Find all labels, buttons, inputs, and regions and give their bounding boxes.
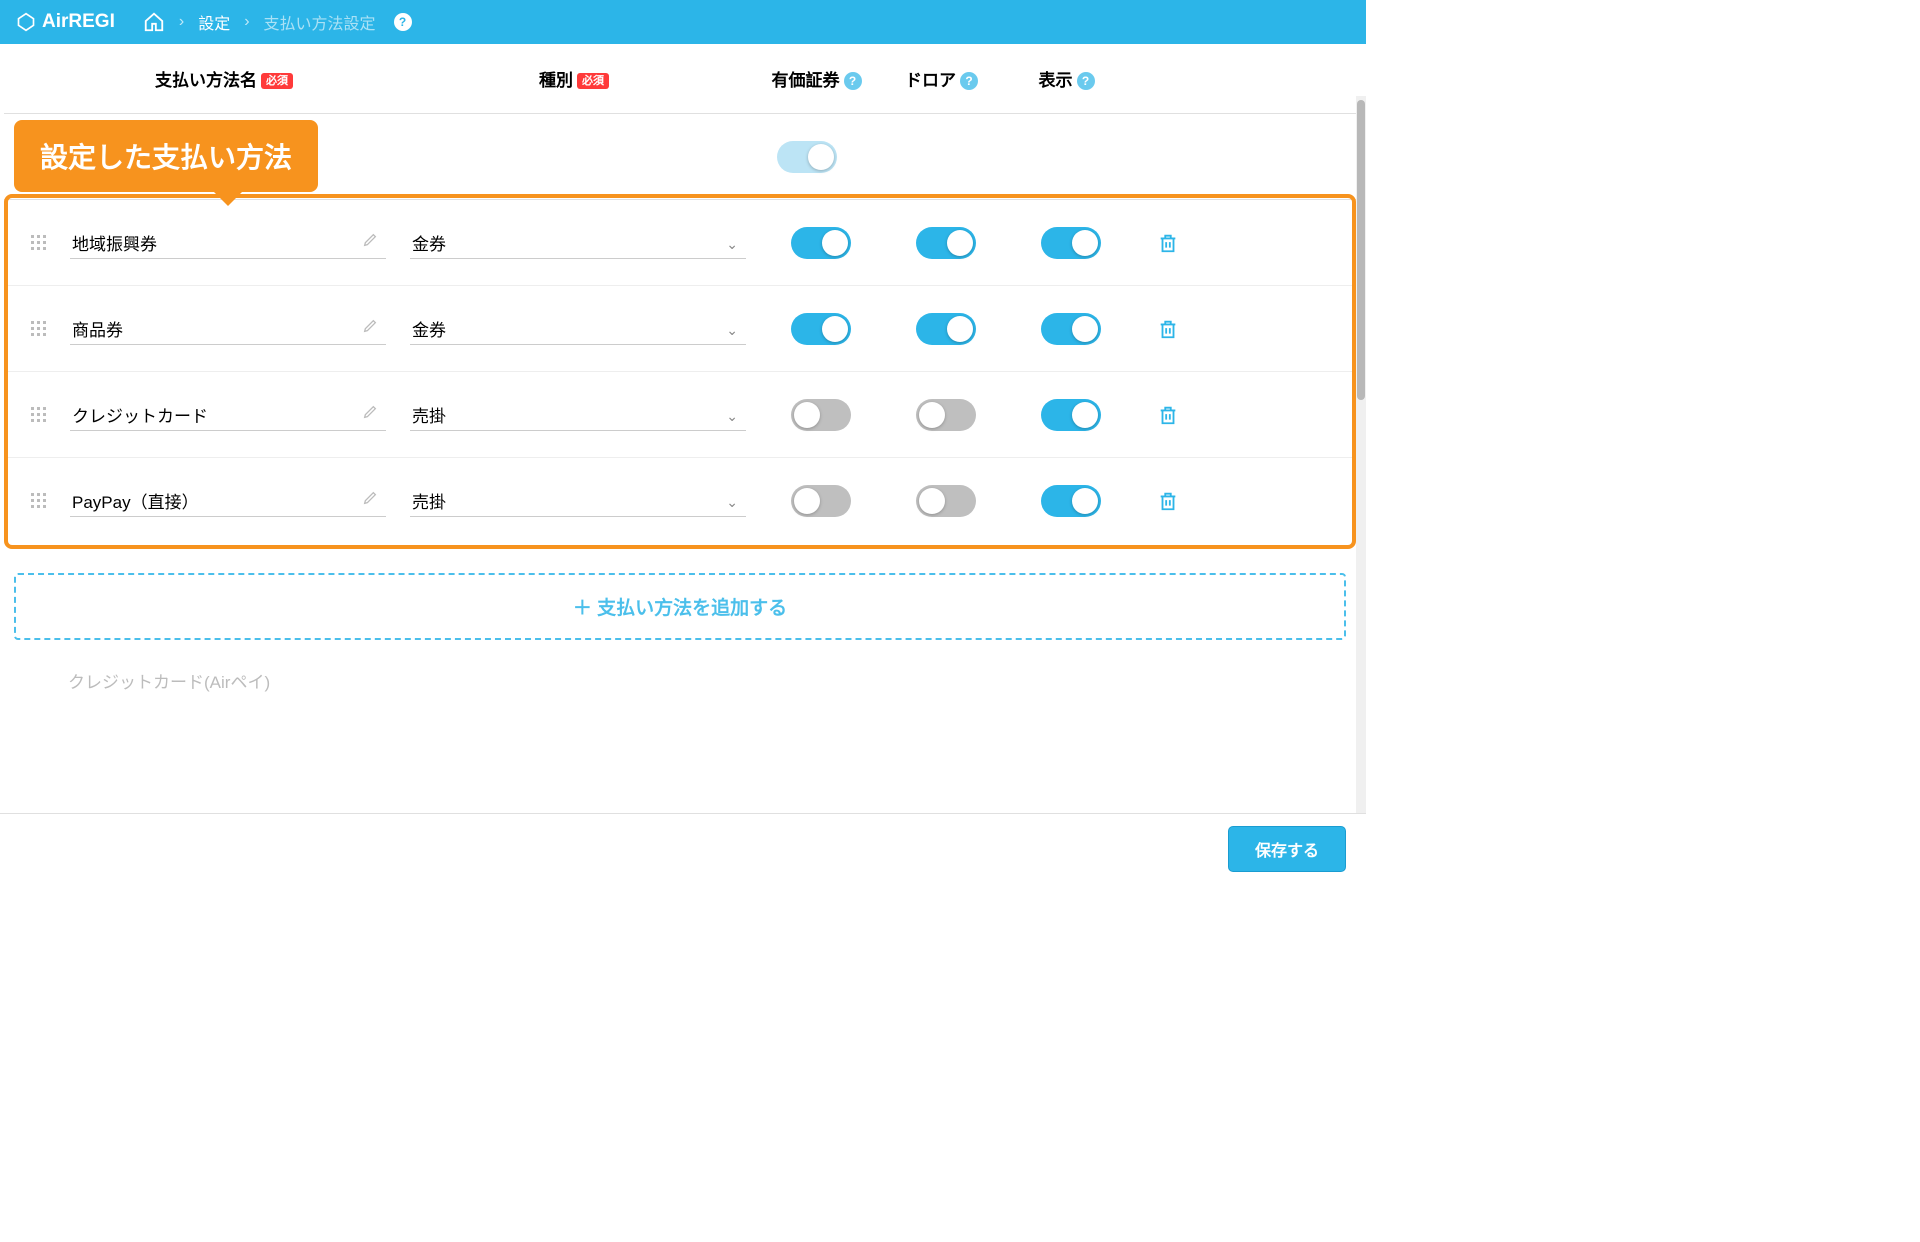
display-toggle[interactable] (1041, 313, 1101, 345)
trash-icon[interactable] (1157, 403, 1179, 427)
payment-type-select[interactable] (410, 312, 746, 345)
help-icon[interactable]: ? (844, 72, 862, 90)
callout-row: 設定した支払い方法 (4, 114, 1356, 200)
payment-type-select[interactable] (410, 484, 746, 517)
payment-name-input[interactable] (70, 226, 386, 259)
logo-text: AirREGI (42, 11, 115, 33)
securities-toggle[interactable] (791, 227, 851, 259)
chevron-right-icon: › (179, 13, 184, 31)
footer-bar: 保存する (0, 813, 1366, 884)
securities-toggle-disabled (777, 141, 837, 173)
payment-type-select[interactable] (410, 226, 746, 259)
help-icon[interactable]: ? (394, 13, 412, 31)
drag-handle-icon[interactable] (18, 407, 58, 422)
payment-name-input[interactable] (70, 312, 386, 345)
payment-methods-highlight: ⌄ ⌄ (4, 194, 1356, 549)
breadcrumb-settings[interactable]: 設定 (198, 10, 230, 34)
required-badge: 必須 (261, 73, 293, 89)
trash-icon[interactable] (1157, 317, 1179, 341)
payment-type-select[interactable] (410, 398, 746, 431)
col-securities-header: 有価証券? (754, 66, 879, 91)
pencil-icon[interactable] (362, 318, 378, 334)
col-type-header: 種別必須 (394, 66, 754, 91)
drag-handle-icon[interactable] (18, 493, 58, 508)
payment-method-row: ⌄ (8, 200, 1352, 285)
payment-method-row: ⌄ (8, 457, 1352, 543)
required-badge: 必須 (577, 73, 609, 89)
trash-icon[interactable] (1157, 231, 1179, 255)
help-icon[interactable]: ? (960, 72, 978, 90)
pencil-icon[interactable] (362, 490, 378, 506)
pencil-icon[interactable] (362, 232, 378, 248)
logo-icon (16, 12, 36, 32)
breadcrumb: › 設定 › 支払い方法設定 ? (143, 10, 412, 34)
vertical-scrollbar[interactable] (1356, 96, 1366, 884)
payment-method-row: ⌄ (8, 285, 1352, 371)
drag-handle-icon[interactable] (18, 321, 58, 336)
app-logo: AirREGI (16, 11, 115, 33)
col-display-header: 表示? (1004, 66, 1129, 91)
help-icon[interactable]: ? (1077, 72, 1095, 90)
chevron-right-icon: › (244, 13, 249, 31)
add-payment-method-button[interactable]: ＋ 支払い方法を追加する (14, 573, 1346, 640)
display-toggle[interactable] (1041, 485, 1101, 517)
securities-toggle[interactable] (791, 399, 851, 431)
securities-toggle[interactable] (791, 485, 851, 517)
drawer-toggle[interactable] (916, 313, 976, 345)
display-toggle[interactable] (1041, 399, 1101, 431)
payment-method-row: ⌄ (8, 371, 1352, 457)
drag-handle-icon[interactable] (18, 235, 58, 250)
col-name-header: 支払い方法名必須 (54, 66, 394, 91)
home-icon[interactable] (143, 11, 165, 33)
payment-name-input[interactable] (70, 398, 386, 431)
display-toggle[interactable] (1041, 227, 1101, 259)
breadcrumb-current: 支払い方法設定 (264, 10, 376, 34)
drawer-toggle[interactable] (916, 485, 976, 517)
drawer-toggle[interactable] (916, 227, 976, 259)
save-button[interactable]: 保存する (1228, 826, 1346, 872)
top-bar: AirREGI › 設定 › 支払い方法設定 ? (0, 0, 1366, 44)
scrollbar-thumb[interactable] (1357, 100, 1365, 400)
col-drawer-header: ドロア? (879, 66, 1004, 91)
trash-icon[interactable] (1157, 489, 1179, 513)
faded-payment-item: クレジットカード(Airペイ) (4, 650, 1356, 711)
pencil-icon[interactable] (362, 404, 378, 420)
column-header-row: 支払い方法名必須 種別必須 有価証券? ドロア? 表示? (4, 44, 1356, 114)
securities-toggle[interactable] (791, 313, 851, 345)
drawer-toggle[interactable] (916, 399, 976, 431)
callout-bubble: 設定した支払い方法 (14, 120, 318, 192)
payment-name-input[interactable] (70, 484, 386, 517)
